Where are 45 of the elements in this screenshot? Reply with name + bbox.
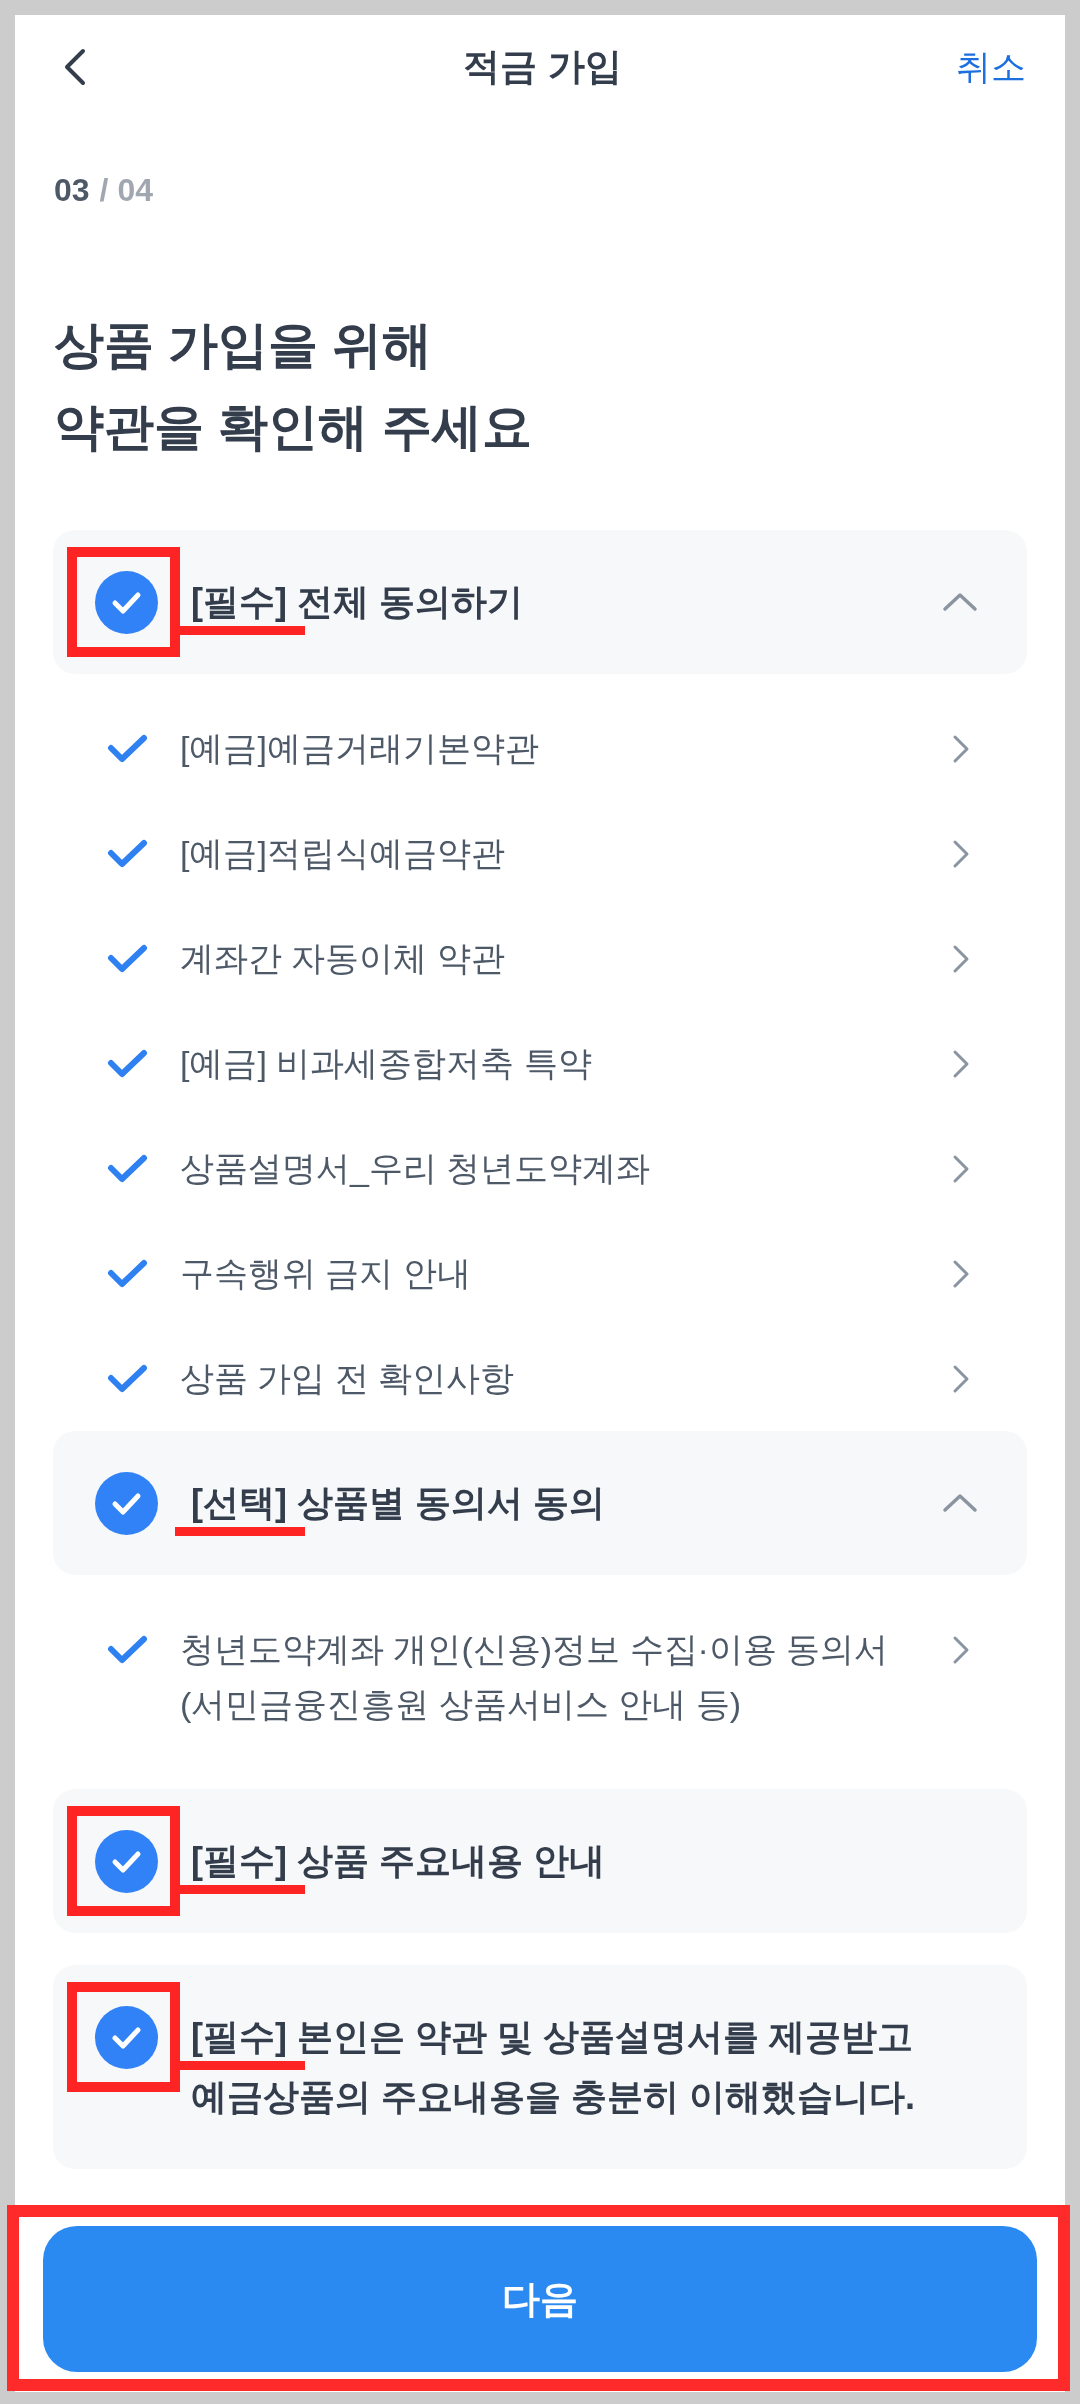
agreement-card[interactable]: [선택] 상품별 동의서 동의: [53, 1431, 1027, 1575]
check-icon[interactable]: [107, 1258, 148, 1289]
agreement-card[interactable]: [필수] 본인은 약관 및 상품설명서를 제공받고 예금상품의 주요내용을 충분히 이해했습니다.: [53, 1965, 1027, 2169]
chevron-up-icon[interactable]: [942, 592, 978, 612]
terms-label[interactable]: [예금]예금거래기본약관: [180, 721, 931, 776]
agreement-label: [필수] 본인은 약관 및 상품설명서를 제공받고 예금상품의 주요내용을 충분히 이해했습니다.: [191, 2015, 916, 2119]
check-circle-icon[interactable]: [95, 1829, 158, 1893]
chevron-left-icon: [63, 47, 87, 87]
chevron-right-icon[interactable]: [951, 1363, 971, 1394]
chevron-right-icon[interactable]: [951, 838, 971, 869]
page-heading: 상품 가입을 위해 약관을 확인해 주세요: [53, 316, 533, 457]
agreement-label: [필수] 상품 주요내용 안내: [191, 1839, 606, 1883]
chevron-right-icon[interactable]: [951, 1048, 971, 1079]
step-total: / 04: [99, 171, 153, 210]
step-current: 03: [54, 171, 90, 210]
chevron-right-icon[interactable]: [951, 1153, 971, 1184]
agreement-card[interactable]: [필수] 상품 주요내용 안내: [53, 1789, 1027, 1933]
terms-label[interactable]: 계좌간 자동이체 약관: [180, 931, 931, 986]
chevron-right-icon[interactable]: [951, 733, 971, 764]
check-circle-icon[interactable]: [95, 2005, 158, 2069]
next-button[interactable]: 다음: [43, 2226, 1037, 2372]
terms-label[interactable]: 상품설명서_우리 청년도약계좌: [180, 1141, 931, 1196]
check-icon[interactable]: [107, 943, 148, 974]
check-icon[interactable]: [107, 1153, 148, 1184]
chevron-up-icon[interactable]: [942, 1493, 978, 1513]
page-title: 적금 가입: [463, 45, 622, 89]
agreement-label: [필수] 전체 동의하기: [191, 580, 524, 624]
chevron-right-icon[interactable]: [951, 1634, 971, 1665]
check-circle-icon[interactable]: [95, 1471, 158, 1535]
agreement-label: [선택] 상품별 동의서 동의: [191, 1481, 606, 1525]
terms-label[interactable]: 청년도약계좌 개인(신용)정보 수집·이용 동의서 (서민금융진흥원 상품서비스 안내 등): [180, 1622, 931, 1732]
check-icon[interactable]: [107, 1048, 148, 1079]
check-icon[interactable]: [107, 1363, 148, 1394]
terms-label[interactable]: [예금]적립식예금약관: [180, 826, 931, 881]
check-icon[interactable]: [107, 1634, 148, 1665]
terms-label[interactable]: 구속행위 금지 안내: [180, 1246, 931, 1301]
check-icon[interactable]: [107, 733, 148, 764]
cancel-button[interactable]: 취소: [956, 43, 1026, 91]
terms-label[interactable]: 상품 가입 전 확인사항: [180, 1351, 931, 1406]
chevron-right-icon[interactable]: [951, 1258, 971, 1289]
check-circle-icon[interactable]: [95, 570, 158, 634]
check-icon[interactable]: [107, 838, 148, 869]
chevron-right-icon[interactable]: [951, 943, 971, 974]
terms-label[interactable]: [예금] 비과세종합저축 특약: [180, 1036, 931, 1091]
agreement-card[interactable]: [필수] 전체 동의하기: [53, 530, 1027, 674]
